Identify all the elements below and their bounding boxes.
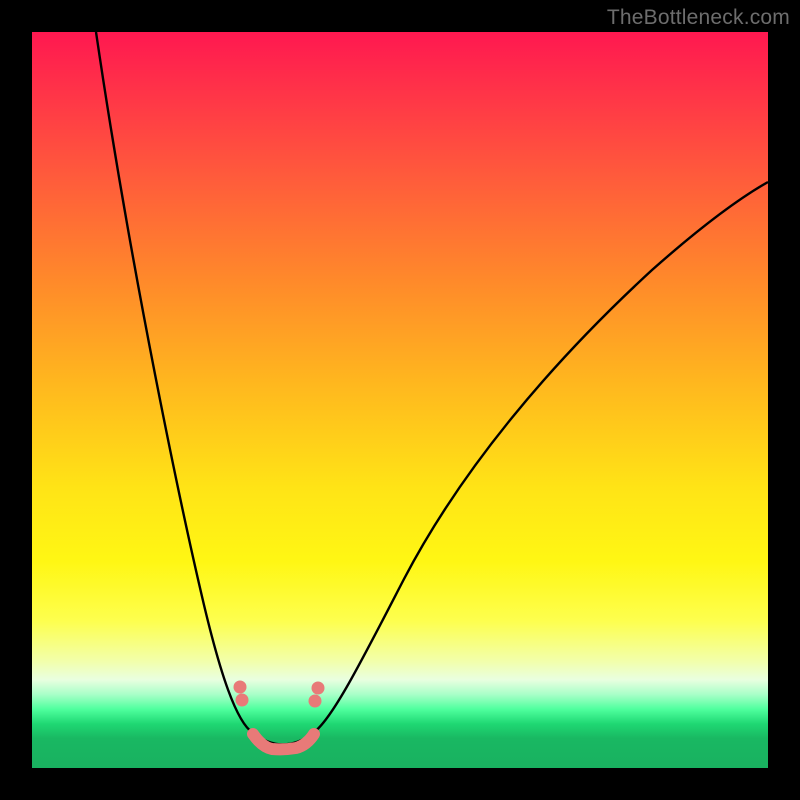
bottleneck-curve (32, 32, 768, 768)
watermark-text: TheBottleneck.com (607, 6, 790, 30)
feature-bead-stroke (253, 734, 314, 749)
feature-bead-left-lower (236, 694, 249, 707)
plot-area (32, 32, 768, 768)
feature-bead-left-upper (234, 681, 247, 694)
curve-right-branch (313, 182, 768, 733)
curve-left-branch (96, 32, 253, 733)
feature-bead-right-upper (312, 682, 325, 695)
feature-bead-right-lower (309, 695, 322, 708)
